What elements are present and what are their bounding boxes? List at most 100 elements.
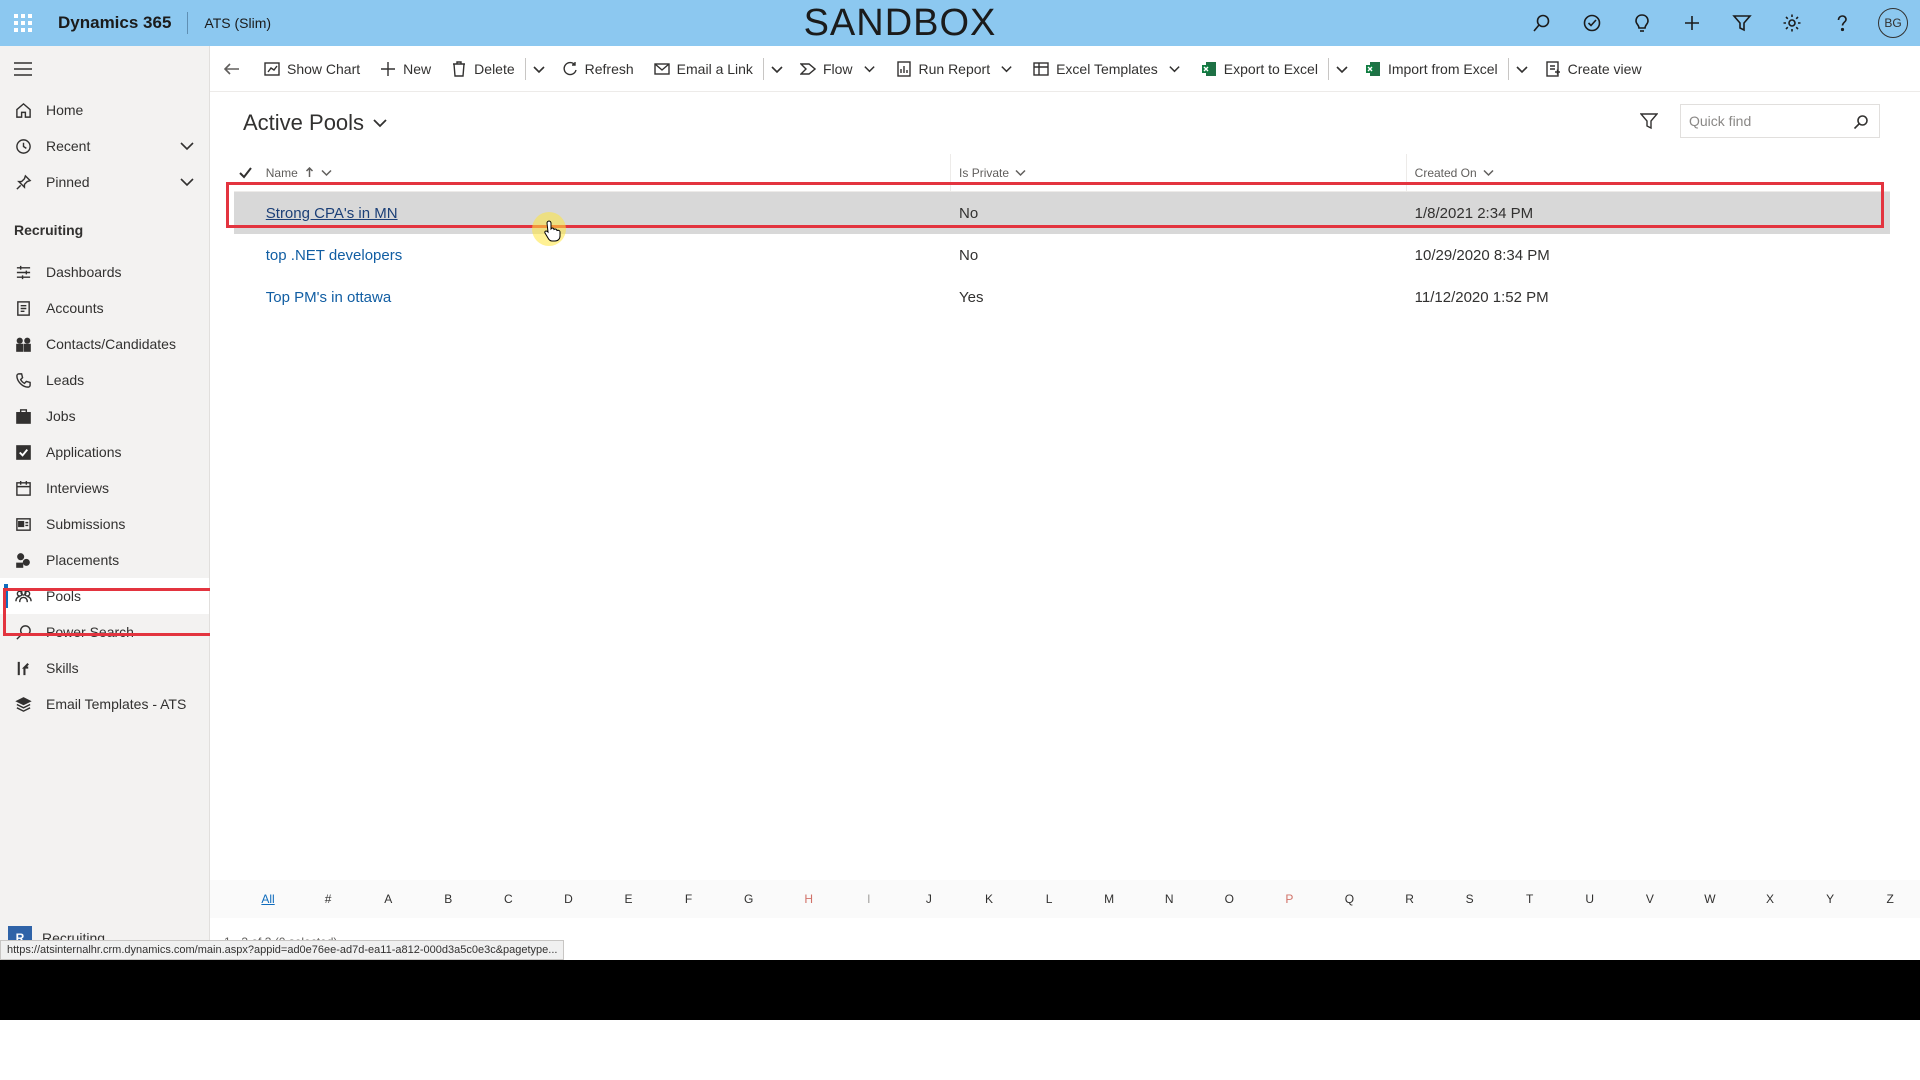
help-icon[interactable]: [1828, 9, 1856, 37]
jump-letter[interactable]: #: [298, 892, 358, 906]
avatar[interactable]: BG: [1878, 8, 1908, 38]
sidebar-item-home[interactable]: Home: [0, 92, 209, 128]
layers-icon: [14, 695, 32, 713]
delete-more-dropdown[interactable]: [524, 57, 552, 80]
quick-find-input[interactable]: [1689, 113, 1849, 129]
lightbulb-icon[interactable]: [1628, 9, 1656, 37]
task-icon[interactable]: [1578, 9, 1606, 37]
new-button[interactable]: New: [370, 46, 441, 92]
jump-letter[interactable]: B: [418, 892, 478, 906]
jump-letter[interactable]: U: [1560, 892, 1620, 906]
jump-letter[interactable]: F: [659, 892, 719, 906]
jump-letter[interactable]: Q: [1319, 892, 1379, 906]
jump-letter[interactable]: A: [358, 892, 418, 906]
sidebar-item-recent[interactable]: Recent: [0, 128, 209, 164]
jump-letter[interactable]: J: [899, 892, 959, 906]
view-selector[interactable]: Active Pools: [243, 110, 388, 136]
checkbox-icon: [14, 443, 32, 461]
import-more-dropdown[interactable]: [1507, 57, 1535, 80]
sidebar-item-submissions[interactable]: Submissions: [0, 506, 209, 542]
jump-letter[interactable]: Z: [1860, 892, 1920, 906]
page-title: Active Pools: [243, 110, 365, 135]
cell-created-on: 10/29/2020 8:34 PM: [1414, 246, 1550, 264]
sidebar-item-placements[interactable]: Placements: [0, 542, 209, 578]
sidebar-item-pinned[interactable]: Pinned: [0, 164, 209, 200]
jump-letter[interactable]: D: [538, 892, 598, 906]
sidebar-item-email-templates[interactable]: Email Templates - ATS: [0, 686, 209, 722]
sidebar-item-accounts[interactable]: Accounts: [0, 290, 209, 326]
sidebar-item-jobs[interactable]: Jobs: [0, 398, 209, 434]
search-icon[interactable]: [1528, 9, 1556, 37]
jump-letter[interactable]: Y: [1800, 892, 1860, 906]
chevron-down-icon[interactable]: [179, 174, 195, 193]
sidebar-item-dashboards[interactable]: Dashboards: [0, 254, 209, 290]
table-row[interactable]: top .NET developers No 10/29/2020 8:34 P…: [234, 234, 1890, 276]
sidebar-item-applications[interactable]: Applications: [0, 434, 209, 470]
browser-status-url: https://atsinternalhr.crm.dynamics.com/m…: [0, 940, 565, 960]
delete-button[interactable]: Delete: [441, 46, 524, 92]
jump-letter[interactable]: I: [839, 892, 899, 906]
chevron-down-icon[interactable]: [179, 138, 195, 157]
flow-button[interactable]: Flow: [790, 46, 886, 92]
app-launcher-button[interactable]: [0, 0, 46, 46]
hand-cursor-icon: [544, 220, 562, 247]
import-from-excel-button[interactable]: Import from Excel: [1355, 46, 1508, 92]
sidebar-item-contacts-candidates[interactable]: Contacts/Candidates: [0, 326, 209, 362]
export-more-dropdown[interactable]: [1327, 57, 1355, 80]
arrow-left-icon: [224, 62, 239, 75]
jump-letter[interactable]: V: [1620, 892, 1680, 906]
jump-letter[interactable]: C: [478, 892, 538, 906]
plus-icon[interactable]: [1678, 9, 1706, 37]
jump-letter[interactable]: N: [1139, 892, 1199, 906]
sidebar-item-leads[interactable]: Leads: [0, 362, 209, 398]
app-name[interactable]: ATS (Slim): [204, 15, 271, 31]
column-label: Created On: [1414, 165, 1477, 180]
jump-letter[interactable]: O: [1199, 892, 1259, 906]
jump-letter[interactable]: L: [1019, 892, 1079, 906]
cmd-label: Export to Excel: [1223, 60, 1318, 77]
record-link[interactable]: top .NET developers: [266, 247, 402, 264]
jump-letter[interactable]: X: [1740, 892, 1800, 906]
email-link-button[interactable]: Email a Link: [644, 46, 763, 92]
jump-letter[interactable]: All: [238, 892, 298, 906]
back-button[interactable]: [224, 61, 254, 77]
jump-letter[interactable]: T: [1500, 892, 1560, 906]
brand-name[interactable]: Dynamics 365: [58, 13, 171, 33]
gear-icon[interactable]: [1778, 9, 1806, 37]
cmd-label: Delete: [474, 60, 515, 77]
checkmark-icon: [239, 167, 253, 179]
hamburger-button[interactable]: [0, 46, 209, 92]
plus-icon: [381, 61, 396, 76]
show-chart-button[interactable]: Show Chart: [254, 46, 370, 92]
sidebar-item-interviews[interactable]: Interviews: [0, 470, 209, 506]
dashboard-icon: [14, 263, 32, 281]
jump-letter[interactable]: E: [598, 892, 658, 906]
search-icon[interactable]: [1853, 114, 1869, 130]
table-row[interactable]: Top PM's in ottawa Yes 11/12/2020 1:52 P…: [234, 276, 1890, 318]
sidebar-item-skills[interactable]: Skills: [0, 650, 209, 686]
jump-letter[interactable]: P: [1259, 892, 1319, 906]
sidebar-item-label: Submissions: [46, 516, 126, 532]
export-to-excel-button[interactable]: Export to Excel: [1191, 46, 1328, 92]
select-all-checkbox[interactable]: [234, 166, 258, 179]
filter-icon[interactable]: [1728, 9, 1756, 37]
report-icon: [896, 60, 911, 77]
jump-letter[interactable]: S: [1440, 892, 1500, 906]
jump-letter[interactable]: G: [719, 892, 779, 906]
jump-letter[interactable]: W: [1680, 892, 1740, 906]
chevron-down-icon: [533, 65, 545, 73]
refresh-button[interactable]: Refresh: [552, 46, 644, 92]
sidebar-item-label: Applications: [46, 444, 122, 460]
jump-letter[interactable]: R: [1379, 892, 1439, 906]
jump-letter[interactable]: H: [779, 892, 839, 906]
create-view-button[interactable]: Create view: [1535, 46, 1652, 92]
record-link[interactable]: Top PM's in ottawa: [266, 289, 391, 306]
excel-templates-button[interactable]: Excel Templates: [1023, 46, 1191, 92]
email-more-dropdown[interactable]: [762, 57, 790, 80]
sidebar-item-label: Jobs: [46, 408, 76, 424]
filter-button[interactable]: [1639, 112, 1659, 135]
jump-letter[interactable]: M: [1079, 892, 1139, 906]
run-report-button[interactable]: Run Report: [886, 46, 1024, 92]
view-icon: [1545, 60, 1560, 77]
jump-letter[interactable]: K: [959, 892, 1019, 906]
